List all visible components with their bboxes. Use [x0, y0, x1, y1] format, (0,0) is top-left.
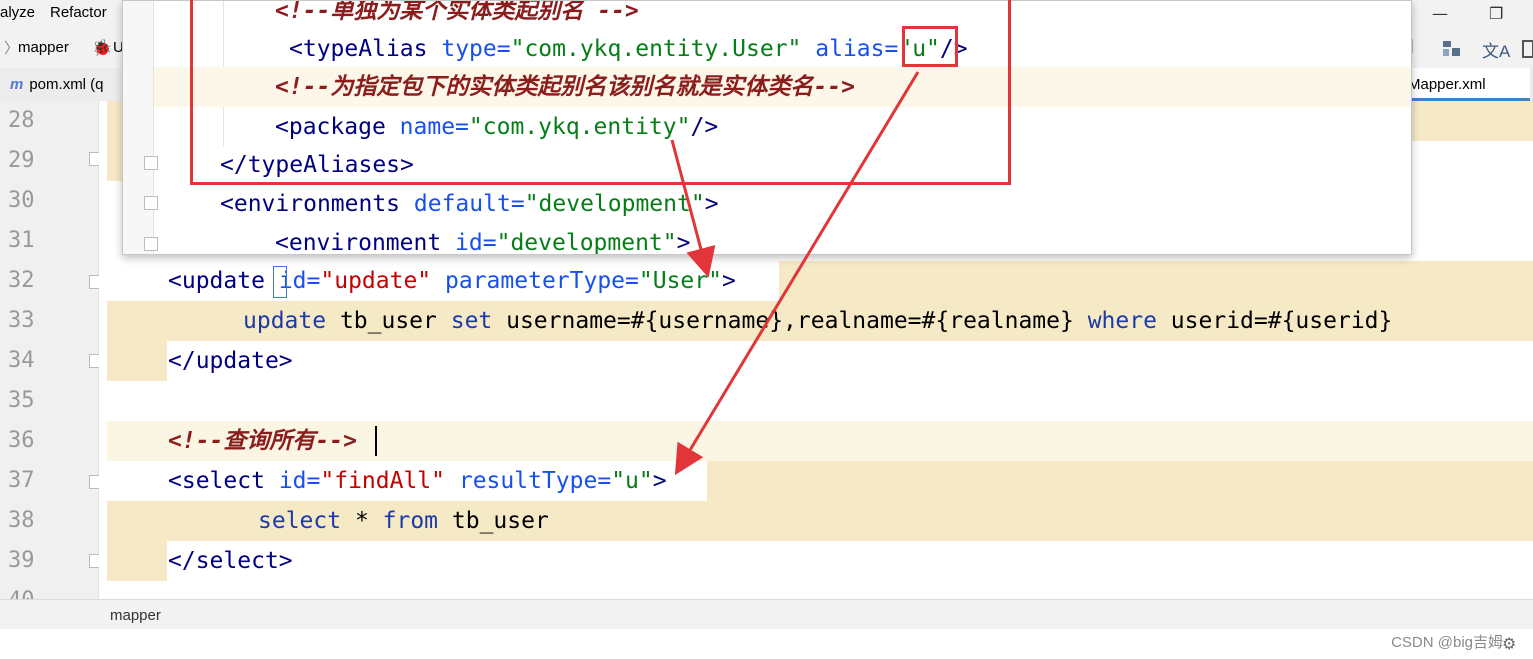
- bottom-strip: [0, 629, 1533, 659]
- settings-gear-icon[interactable]: ⚙: [1502, 634, 1516, 653]
- status-bar: mapper: [0, 599, 1533, 630]
- status-breadcrumb[interactable]: mapper: [110, 607, 161, 624]
- annotation-arrows: [670, 71, 920, 476]
- arrow-to-resulttype: [674, 71, 920, 476]
- watermark: CSDN @big吉姆: [1391, 634, 1503, 651]
- arrow-to-user: [670, 139, 716, 278]
